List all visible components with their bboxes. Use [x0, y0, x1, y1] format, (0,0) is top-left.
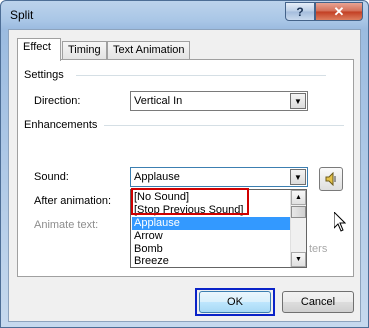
direction-label: Direction:: [34, 95, 81, 107]
tab-effect[interactable]: Effect: [17, 38, 61, 61]
ok-button-label: OK: [227, 296, 243, 308]
tab-timing-label: Timing: [68, 44, 101, 56]
ok-button[interactable]: OK: [199, 291, 271, 313]
scroll-up-button[interactable]: ▲: [291, 190, 306, 205]
tab-effect-label: Effect: [23, 41, 51, 53]
dialog-body: Effect Timing Text Animation Settings Di…: [8, 29, 361, 322]
after-animation-label: After animation:: [34, 195, 112, 207]
cancel-button-label: Cancel: [300, 296, 336, 308]
title-bar[interactable]: Split ? ✕: [1, 1, 368, 29]
mouse-pointer-icon: [334, 212, 346, 232]
list-item[interactable]: [No Sound]: [132, 191, 292, 204]
sound-dropdown-list[interactable]: [No Sound] [Stop Previous Sound] Applaus…: [130, 188, 307, 268]
enhancements-section: Enhancements: [24, 119, 354, 131]
list-item[interactable]: Arrow: [132, 230, 292, 243]
sound-value: Applause: [134, 171, 180, 183]
settings-divider: [76, 75, 326, 76]
chevron-down-icon: ▼: [290, 93, 306, 109]
letters-delay-label: ters: [309, 243, 328, 255]
help-icon: ?: [296, 4, 304, 19]
list-item[interactable]: [Stop Previous Sound]: [132, 204, 292, 217]
direction-value: Vertical In: [134, 95, 183, 107]
settings-heading: Settings: [24, 69, 64, 81]
direction-select[interactable]: Vertical In ▼: [130, 91, 308, 111]
enhancements-heading: Enhancements: [24, 119, 98, 131]
close-button[interactable]: ✕: [315, 2, 363, 21]
tab-timing[interactable]: Timing: [62, 41, 107, 60]
close-icon: ✕: [333, 3, 345, 19]
window-title: Split: [10, 8, 34, 22]
dropdown-scrollbar[interactable]: ▲ ▼: [290, 190, 306, 267]
sound-label: Sound:: [34, 171, 69, 183]
tab-text-animation[interactable]: Text Animation: [107, 41, 190, 60]
help-button[interactable]: ?: [285, 2, 315, 21]
chevron-down-icon: ▼: [290, 169, 306, 185]
scroll-down-button[interactable]: ▼: [291, 252, 306, 267]
speaker-icon: [325, 172, 336, 186]
sound-select[interactable]: Applause ▼: [130, 167, 308, 187]
dialog-window: Split ? ✕ Effect Timing Text Animation S…: [0, 0, 369, 328]
effect-panel: Settings Direction: Vertical In ▼ Enhanc…: [17, 59, 354, 277]
sound-preview-button[interactable]: [319, 167, 343, 191]
enhancements-divider: [104, 125, 344, 126]
settings-section: Settings: [24, 69, 354, 81]
list-item[interactable]: Applause: [132, 217, 292, 230]
scroll-thumb[interactable]: [291, 206, 306, 218]
tab-text-animation-label: Text Animation: [113, 44, 185, 56]
animate-text-label: Animate text:: [34, 219, 99, 231]
cancel-button[interactable]: Cancel: [282, 291, 354, 313]
list-item[interactable]: Breeze: [132, 255, 292, 268]
